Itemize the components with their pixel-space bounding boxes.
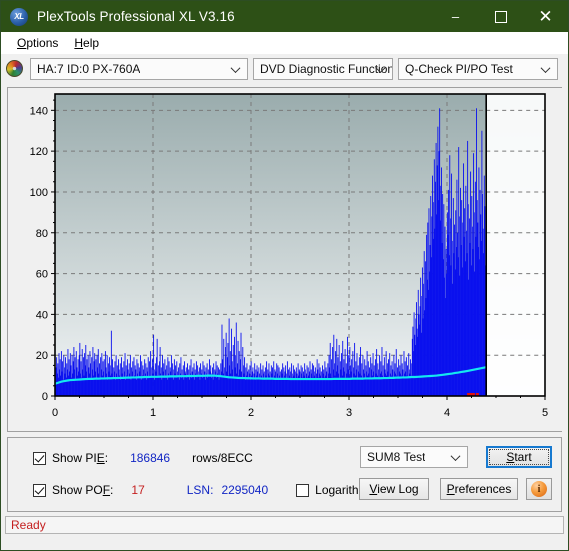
start-button[interactable]: Start [486, 446, 552, 468]
application-window: XL PlexTools Professional XL V3.16 – ✕ O… [0, 0, 569, 551]
svg-text:2: 2 [248, 407, 254, 419]
menu-item-options-label: ptions [26, 35, 59, 50]
show-pof-checkbox[interactable] [33, 483, 46, 497]
chart-panel: 0 20 40 60 80 100 120 140 0 1 2 3 4 5 [7, 87, 563, 432]
preferences-button[interactable]: Preferences [440, 478, 518, 500]
svg-text:0: 0 [52, 407, 58, 419]
disc-icon [6, 60, 23, 77]
show-pie-checkbox[interactable] [33, 451, 46, 465]
test-select[interactable]: Q-Check PI/PO Test [398, 57, 558, 80]
show-pie-label: Show PIE: [52, 451, 109, 465]
chevron-down-icon [377, 63, 386, 72]
svg-text:80: 80 [36, 228, 48, 240]
status-bar: Ready [5, 516, 564, 534]
svg-text:120: 120 [30, 146, 48, 158]
lsn-value: 2295040 [221, 483, 269, 497]
test-mode-select[interactable]: SUM8 Test [360, 446, 468, 468]
pie-units-label: rows/8ECC [192, 451, 253, 465]
menu-item-help[interactable]: Help [66, 34, 107, 52]
toolbar: HA:7 ID:0 PX-760A DVD Diagnostic Functio… [1, 54, 568, 83]
pof-value: 17 [131, 483, 145, 497]
function-select-value: DVD Diagnostic Functions [260, 61, 392, 76]
menu-bar: Options Help [1, 32, 568, 54]
svg-text:5: 5 [542, 407, 548, 419]
svg-text:100: 100 [30, 187, 48, 199]
svg-text:4: 4 [444, 407, 450, 419]
svg-text:140: 140 [30, 105, 48, 117]
svg-text:60: 60 [36, 269, 48, 281]
maximize-button[interactable] [478, 1, 523, 32]
drive-select-value: HA:7 ID:0 PX-760A [37, 61, 141, 76]
view-log-button[interactable]: View Log [359, 478, 429, 500]
test-mode-value: SUM8 Test [367, 450, 426, 464]
controls-row-pof: Show POF: 17 LSN: 2295040 Logarithmic Vi… [8, 478, 561, 502]
title-bar: XL PlexTools Professional XL V3.16 – ✕ [1, 1, 568, 32]
svg-text:40: 40 [36, 309, 48, 321]
info-icon: i [531, 481, 547, 497]
svg-text:3: 3 [346, 407, 352, 419]
svg-text:0: 0 [42, 391, 48, 403]
lsn-label: LSN: [186, 483, 214, 497]
status-text: Ready [11, 518, 46, 532]
window-controls: – ✕ [433, 1, 568, 32]
minimize-button[interactable]: – [433, 1, 478, 32]
close-button[interactable]: ✕ [523, 1, 568, 32]
chevron-down-icon [452, 452, 461, 461]
controls-row-pie: Show PIE: 186846 rows/8ECC SUM8 Test Sta… [8, 446, 561, 470]
chevron-down-icon [232, 63, 241, 72]
menu-item-options[interactable]: Options [9, 34, 66, 52]
svg-text:1: 1 [150, 407, 156, 419]
window-title: PlexTools Professional XL V3.16 [37, 9, 235, 24]
info-button[interactable]: i [526, 478, 552, 500]
pi-po-chart[interactable]: 0 20 40 60 80 100 120 140 0 1 2 3 4 5 [8, 88, 563, 431]
chevron-down-icon [542, 63, 551, 72]
pie-value: 186846 [130, 451, 171, 465]
menu-item-help-label: elp [83, 35, 100, 50]
controls-panel: Show PIE: 186846 rows/8ECC SUM8 Test Sta… [7, 437, 562, 512]
function-select[interactable]: DVD Diagnostic Functions [253, 57, 393, 80]
drive-select[interactable]: HA:7 ID:0 PX-760A [30, 57, 248, 80]
logarithmic-checkbox[interactable] [296, 483, 310, 497]
xl-logo-icon: XL [10, 7, 28, 26]
svg-text:20: 20 [36, 350, 48, 362]
show-pof-label: Show POF: [52, 483, 114, 497]
test-select-value: Q-Check PI/PO Test [405, 61, 513, 76]
